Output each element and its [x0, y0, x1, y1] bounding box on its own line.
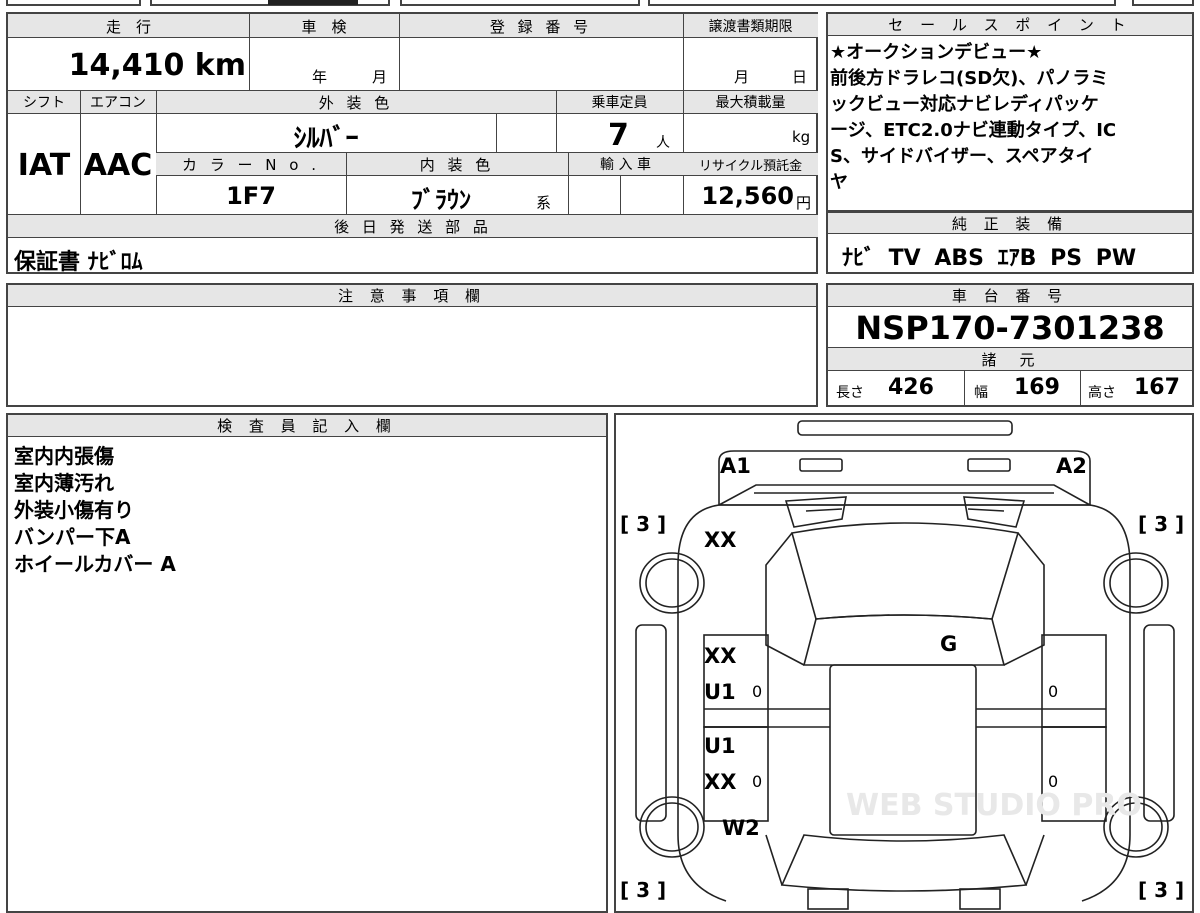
parts-value: 保証書 ﾅﾋﾞﾛﾑ [14, 250, 143, 275]
notes-box: 注 意 事 項 欄 [6, 283, 818, 407]
headlight-left [799, 458, 843, 472]
sales-point-line: ★オークションデビュー★ [830, 42, 1043, 63]
tire-tread-rear-right: [ 3 ] [1138, 878, 1184, 902]
max-load-header: 最大積載量 [715, 95, 786, 111]
inspection-month-unit: 月 [372, 68, 388, 86]
genuine-equipment-items: ﾅﾋﾞ TV ABS ｴｱB PS PW [842, 246, 1137, 271]
tire-tread-rear-left: [ 3 ] [620, 878, 666, 902]
exterior-color-header: 外 装 色 [318, 94, 394, 112]
color-no-value: 1F7 [226, 182, 276, 210]
mark-rear-door-2: XX [704, 770, 736, 794]
genuine-equipment-header: 純 正 装 備 [828, 212, 1192, 234]
shift-header: シフト [23, 95, 65, 111]
capacity-unit: 人 [656, 135, 670, 151]
watermark: WEB STUDIO PRO [846, 788, 1142, 823]
width-value: 169 [1014, 375, 1060, 400]
zero-mark: 0 [752, 682, 762, 701]
chassis-box: 車 台 番 号 NSP170-7301238 諸 元 長さ 426 幅 169 … [826, 283, 1194, 407]
mark-a2: A2 [1056, 454, 1087, 478]
tire-tread-front-left: [ 3 ] [620, 512, 666, 536]
interior-color-header: 内 装 色 [419, 156, 495, 174]
shift-value: IAT [17, 148, 71, 183]
parts-header: 後 日 発 送 部 品 [334, 218, 492, 236]
recycle-unit: 円 [796, 194, 812, 212]
inspector-line: ホイールカバー A [14, 552, 176, 576]
inspector-line: 室内内張傷 [14, 444, 114, 468]
capacity-header: 乗車定員 [591, 95, 648, 111]
sales-point-line: ージ、ETC2.0ナビ連動タイプ、IC [830, 120, 1117, 141]
inspection-year-unit: 年 [312, 68, 328, 86]
recycle-value: 12,560 [701, 182, 794, 210]
headlight-right [967, 458, 1011, 472]
mark-rear-door-1: U1 [704, 734, 736, 758]
interior-color-value: ﾌﾞﾗｳﾝ [411, 186, 471, 214]
inspector-line: 外装小傷有り [14, 498, 134, 522]
interior-color-suffix: 系 [536, 194, 552, 212]
inspector-line: 室内薄汚れ [14, 471, 114, 495]
inspection-header: 車 検 [301, 18, 347, 36]
tire-tread-front-right: [ 3 ] [1138, 512, 1184, 536]
length-value: 426 [888, 375, 934, 400]
inspector-line: バンパー下A [14, 525, 131, 549]
wheel-front-left [639, 552, 705, 614]
mark-front-door-1: XX [704, 644, 736, 668]
mark-front-door-2: U1 [704, 680, 736, 704]
inspector-box: 検 査 員 記 入 欄 室内内張傷 室内薄汚れ 外装小傷有り バンパー下A ホイ… [6, 413, 608, 913]
rear-window [780, 834, 1028, 892]
mark-left-fender: XX [704, 528, 736, 552]
top-strip [0, 0, 1200, 8]
aircon-header: エアコン [90, 95, 146, 111]
length-label: 長さ [836, 385, 864, 401]
height-value: 167 [1134, 375, 1180, 400]
mileage-header: 走 行 [105, 18, 151, 36]
chassis-number: NSP170-7301238 [855, 309, 1165, 347]
transfer-day-unit: 日 [792, 68, 808, 86]
capacity-value: 7 [608, 118, 629, 153]
front-door-right [1041, 634, 1107, 728]
mileage-value: 14,410 km [68, 48, 246, 83]
registration-header: 登 録 番 号 [489, 18, 593, 36]
mark-rear-quarter: W2 [722, 816, 760, 840]
vehicle-info-table: 走 行 車 検 登 録 番 号 譲渡書類期限 14,410 km 年 月 月 日… [6, 12, 818, 275]
sales-point-line: ックビュー対応ナビレディパッケ [830, 94, 1099, 115]
transfer-month-unit: 月 [734, 68, 750, 86]
sales-point-line: S、サイドバイザー、スペアタイ [830, 146, 1094, 167]
mark-windshield: G [940, 632, 957, 656]
windshield [790, 522, 1020, 620]
notes-header: 注 意 事 項 欄 [8, 285, 816, 307]
height-label: 高さ [1088, 385, 1116, 401]
spec-header: 諸 元 [981, 351, 1039, 369]
genuine-equipment-box: 純 正 装 備 ﾅﾋﾞ TV ABS ｴｱB PS PW [826, 212, 1194, 274]
chassis-header: 車 台 番 号 [828, 285, 1192, 307]
import-header: 輸 入 車 [600, 157, 651, 173]
color-no-header: カ ラ ー N o . [181, 156, 320, 174]
aircon-value: AAC [83, 148, 153, 183]
inspector-notes: 室内内張傷 室内薄汚れ 外装小傷有り バンパー下A ホイールカバー A [14, 443, 176, 578]
front-bumper-tab [797, 420, 1013, 436]
max-load-unit: kg [792, 128, 811, 146]
front-bumper [718, 450, 1091, 506]
car-diagram-box: WEB STUDIO PRO A1 A2 XX G XX U1 U1 XX W2… [614, 413, 1194, 913]
mark-a1: A1 [720, 454, 751, 478]
zero-mark: 0 [752, 772, 762, 791]
sales-point-line: ヤ [830, 172, 848, 193]
wheel-rear-left [639, 796, 705, 858]
car-diagram: WEB STUDIO PRO A1 A2 XX G XX U1 U1 XX W2… [620, 420, 1184, 910]
zero-mark: 0 [1048, 772, 1058, 791]
roof [802, 614, 1006, 666]
inspector-header: 検 査 員 記 入 欄 [8, 415, 606, 437]
sales-point-line: 前後方ドラレコ(SD欠)、パノラミ [830, 68, 1109, 89]
sales-point-header: セ ー ル ス ポ イ ン ト [828, 14, 1192, 36]
sales-point-box: セ ー ル ス ポ イ ン ト ★オークションデビュー★ 前後方ドラレコ(SD欠… [826, 12, 1194, 212]
recycle-header: リサイクル預託金 [698, 159, 803, 174]
exterior-color-value: ｼﾙﾊﾞｰ [293, 124, 359, 154]
zero-mark: 0 [1048, 682, 1058, 701]
transfer-deadline-header: 譲渡書類期限 [708, 19, 793, 35]
wheel-front-right [1103, 552, 1169, 614]
hood [718, 484, 1094, 506]
sales-point-text: ★オークションデビュー★ 前後方ドラレコ(SD欠)、パノラミ ックビュー対応ナビ… [830, 40, 1192, 196]
width-label: 幅 [974, 385, 988, 401]
